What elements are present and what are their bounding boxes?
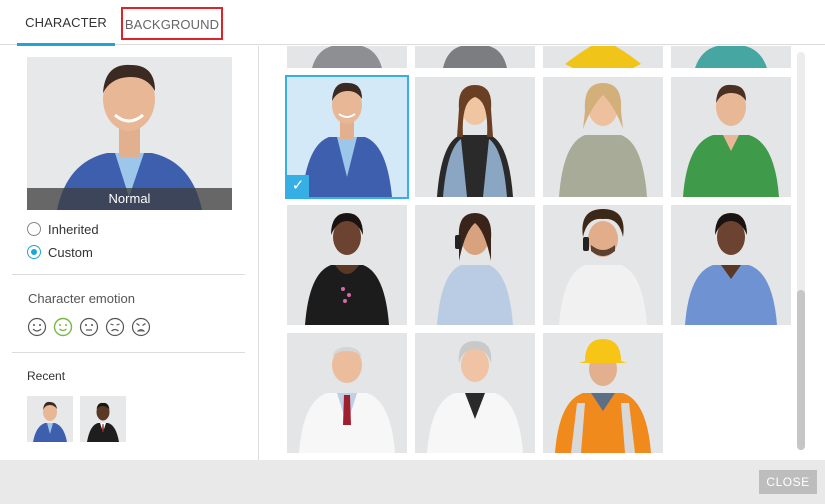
character-tile[interactable] xyxy=(287,333,407,453)
character-image xyxy=(437,85,513,197)
character-image xyxy=(685,213,777,325)
checkmark-icon: ✓ xyxy=(287,175,309,197)
recent-character-image xyxy=(80,396,126,442)
character-tile[interactable] xyxy=(543,46,663,68)
character-image xyxy=(559,209,647,325)
character-image xyxy=(683,84,779,197)
character-image xyxy=(415,46,535,68)
character-tile[interactable] xyxy=(287,205,407,325)
character-image xyxy=(427,341,523,453)
character-tile[interactable] xyxy=(415,77,535,197)
character-tile[interactable] xyxy=(671,77,791,197)
character-tile[interactable] xyxy=(671,205,791,325)
scrollbar-thumb[interactable] xyxy=(797,290,805,450)
recent-character-image xyxy=(27,396,73,442)
tab-character-label: CHARACTER xyxy=(25,15,107,30)
character-tile[interactable] xyxy=(543,77,663,197)
inherited-radio[interactable] xyxy=(27,222,41,236)
character-image xyxy=(671,46,791,68)
character-image xyxy=(559,83,647,197)
character-preview: Normal xyxy=(27,57,232,210)
recent-character-thumb[interactable] xyxy=(80,396,126,442)
custom-radio[interactable] xyxy=(27,245,41,259)
character-image xyxy=(299,347,395,453)
emotion-title: Character emotion xyxy=(28,291,135,306)
recent-character-thumb[interactable] xyxy=(27,396,73,442)
custom-label: Custom xyxy=(48,244,93,260)
tab-character[interactable]: CHARACTER xyxy=(17,0,115,46)
neutral-face-icon[interactable] xyxy=(79,317,99,337)
tab-bar: CHARACTER BACKGROUND xyxy=(0,0,825,46)
character-image xyxy=(305,213,389,325)
character-tile[interactable] xyxy=(415,333,535,453)
emotion-picker xyxy=(27,317,151,337)
character-tile[interactable] xyxy=(543,333,663,453)
happy-face-icon[interactable] xyxy=(27,317,47,337)
sad-face-icon[interactable] xyxy=(105,317,125,337)
character-image xyxy=(543,46,663,68)
close-button[interactable]: CLOSE xyxy=(759,470,817,494)
character-tile[interactable] xyxy=(287,46,407,68)
character-image xyxy=(555,339,651,453)
preview-caption: Normal xyxy=(27,188,232,210)
angry-face-icon[interactable] xyxy=(131,317,151,337)
smile-face-icon[interactable] xyxy=(53,317,73,337)
character-tile-selected[interactable]: ✓ xyxy=(285,75,409,199)
divider xyxy=(12,274,245,275)
recent-title: Recent xyxy=(27,369,66,383)
character-image xyxy=(437,213,513,325)
tab-background[interactable]: BACKGROUND xyxy=(121,7,223,40)
divider xyxy=(12,352,245,353)
character-tile[interactable] xyxy=(415,46,535,68)
tab-background-label: BACKGROUND xyxy=(124,17,220,32)
dialog-footer: CLOSE xyxy=(0,460,825,504)
inherited-label: Inherited xyxy=(48,221,99,237)
character-tile[interactable] xyxy=(415,205,535,325)
character-tile[interactable] xyxy=(543,205,663,325)
character-gallery: ✓ xyxy=(260,46,825,460)
gallery-scrollbar[interactable] xyxy=(797,52,805,450)
inherited-option[interactable]: Inherited xyxy=(27,219,99,239)
custom-option[interactable]: Custom xyxy=(27,242,93,262)
character-image xyxy=(287,46,407,68)
character-settings-panel: Normal Inherited Custom Character emotio… xyxy=(0,46,259,460)
character-tile[interactable] xyxy=(671,46,791,68)
